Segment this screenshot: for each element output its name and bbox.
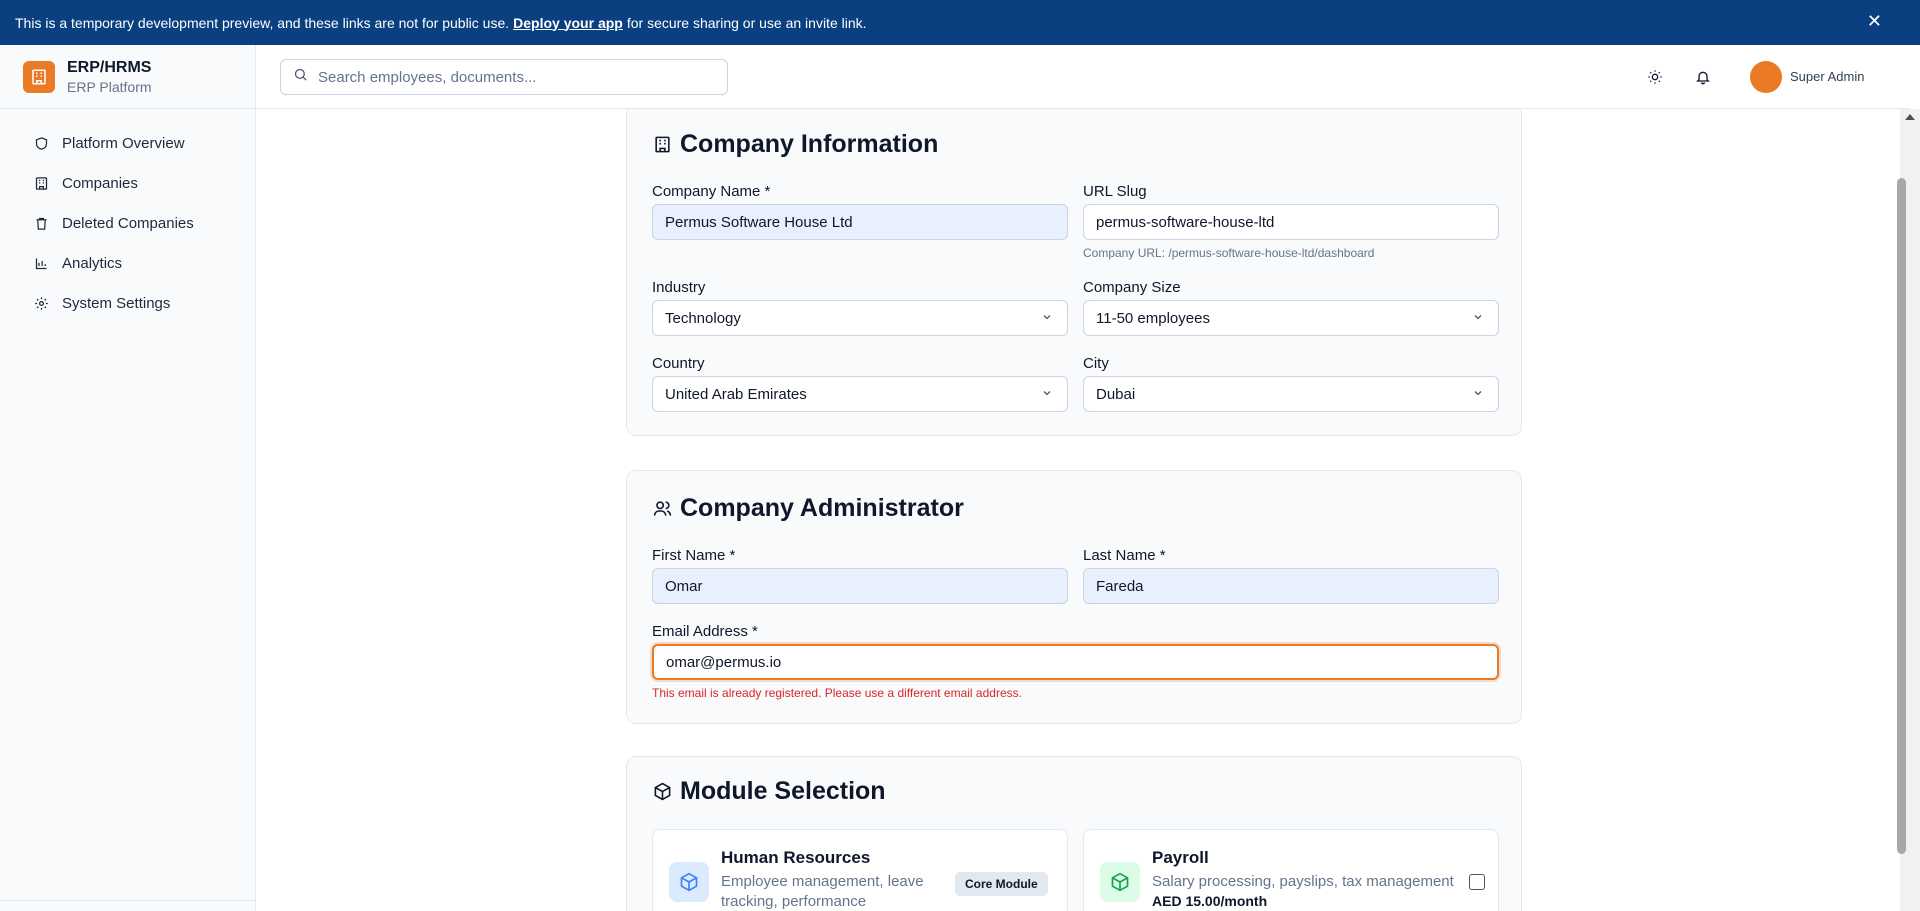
company-admin-title-text: Company Administrator	[680, 494, 964, 522]
deploy-app-link[interactable]: Deploy your app	[513, 15, 623, 31]
sidebar-item-label: Analytics	[62, 254, 123, 272]
bar-chart-icon	[33, 255, 49, 271]
company-admin-card: Company Administrator First Name * Omar …	[626, 470, 1522, 724]
industry-select[interactable]: Technology	[652, 300, 1068, 336]
country-value: United Arab Emirates	[665, 385, 807, 403]
avatar[interactable]	[1750, 61, 1782, 93]
module-card-human-resources[interactable]: Human Resources Employee management, lea…	[652, 829, 1068, 911]
bell-icon[interactable]	[1693, 67, 1713, 87]
search-icon	[293, 67, 308, 87]
company-info-title-text: Company Information	[680, 130, 939, 158]
scroll-up-arrow-icon[interactable]	[1905, 114, 1915, 120]
company-info-card: Company Information Company Name * Permu…	[626, 109, 1522, 436]
module-card-payroll[interactable]: Payroll Salary processing, payslips, tax…	[1083, 829, 1499, 911]
sun-icon[interactable]	[1645, 67, 1665, 87]
url-slug-label: URL Slug	[1083, 183, 1147, 200]
sidebar-item-companies[interactable]: Companies	[0, 163, 255, 203]
sidebar: ERP/HRMS ERP Platform Platform Overview …	[0, 45, 256, 911]
user-name[interactable]: Super Admin	[1790, 69, 1864, 84]
email-error-message: This email is already registered. Please…	[652, 686, 1022, 700]
search-box[interactable]	[280, 59, 728, 95]
package-icon	[1100, 862, 1140, 902]
module-selection-title: Module Selection	[652, 777, 886, 806]
core-module-badge: Core Module	[955, 872, 1048, 896]
url-slug-helper: Company URL: /permus-software-house-ltd/…	[1083, 246, 1375, 260]
company-info-title: Company Information	[652, 130, 938, 159]
chevron-down-icon	[1041, 310, 1053, 327]
company-name-field[interactable]: Permus Software House Ltd	[652, 204, 1068, 240]
company-size-select[interactable]: 11-50 employees	[1083, 300, 1499, 336]
close-icon[interactable]: ✕	[1867, 12, 1882, 30]
search-input[interactable]	[318, 68, 698, 86]
shield-icon	[33, 135, 49, 151]
preview-banner: This is a temporary development preview,…	[0, 0, 1920, 45]
chevron-down-icon	[1472, 310, 1484, 327]
sidebar-item-platform-overview[interactable]: Platform Overview	[0, 123, 255, 163]
main-content: Company Information Company Name * Permu…	[256, 109, 1895, 911]
building-icon	[652, 135, 672, 155]
company-name-label: Company Name *	[652, 183, 771, 200]
city-select[interactable]: Dubai	[1083, 376, 1499, 412]
industry-label: Industry	[652, 279, 706, 296]
company-size-label: Company Size	[1083, 279, 1181, 296]
sidebar-item-label: Companies	[62, 174, 138, 192]
banner-text: This is a temporary development preview,…	[15, 14, 510, 31]
country-label: Country	[652, 355, 705, 372]
module-name: Human Resources	[721, 848, 871, 867]
banner-text-after: for secure sharing or use an invite link…	[626, 14, 867, 31]
sidebar-item-label: Deleted Companies	[62, 214, 194, 232]
brand-subtitle: ERP Platform	[67, 78, 152, 95]
sidebar-item-deleted-companies[interactable]: Deleted Companies	[0, 203, 255, 243]
last-name-label: Last Name *	[1083, 547, 1166, 564]
module-name: Payroll	[1152, 848, 1209, 867]
sidebar-item-system-settings[interactable]: System Settings	[0, 283, 255, 323]
payroll-checkbox[interactable]	[1469, 874, 1485, 890]
first-name-label: First Name *	[652, 547, 736, 564]
country-select[interactable]: United Arab Emirates	[652, 376, 1068, 412]
email-label: Email Address *	[652, 623, 758, 640]
module-price: AED 15.00/month	[1152, 893, 1268, 909]
brand: ERP/HRMS ERP Platform	[0, 45, 255, 109]
building-logo-icon	[23, 60, 55, 93]
industry-value: Technology	[665, 309, 741, 327]
sidebar-divider	[0, 900, 256, 901]
building-icon	[33, 175, 49, 191]
module-selection-title-text: Module Selection	[680, 777, 886, 805]
scrollbar-thumb[interactable]	[1897, 178, 1906, 854]
module-selection-card: Module Selection Human Resources Employe…	[626, 756, 1522, 911]
company-admin-title: Company Administrator	[652, 494, 964, 523]
package-icon	[669, 862, 709, 902]
chevron-down-icon	[1041, 386, 1053, 403]
module-description: Salary processing, payslips, tax managem…	[1152, 873, 1454, 890]
module-description: Employee management, leave tracking, per…	[721, 873, 924, 910]
header: Super Admin	[256, 45, 1910, 109]
sidebar-item-analytics[interactable]: Analytics	[0, 243, 255, 283]
users-icon	[652, 499, 672, 519]
sidebar-nav: Platform Overview Companies Deleted Comp…	[0, 109, 255, 323]
trash-icon	[33, 215, 49, 231]
last-name-field[interactable]: Fareda	[1083, 568, 1499, 604]
company-size-value: 11-50 employees	[1096, 309, 1210, 327]
url-slug-field[interactable]: permus-software-house-ltd	[1083, 204, 1499, 240]
first-name-field[interactable]: Omar	[652, 568, 1068, 604]
sidebar-item-label: Platform Overview	[62, 134, 185, 152]
package-icon	[652, 782, 672, 802]
sidebar-item-label: System Settings	[62, 294, 171, 312]
brand-title: ERP/HRMS	[67, 58, 152, 76]
city-value: Dubai	[1096, 385, 1136, 403]
city-label: City	[1083, 355, 1109, 372]
email-field[interactable]: omar@permus.io	[652, 644, 1499, 680]
chevron-down-icon	[1472, 386, 1484, 403]
gear-icon	[33, 295, 49, 311]
